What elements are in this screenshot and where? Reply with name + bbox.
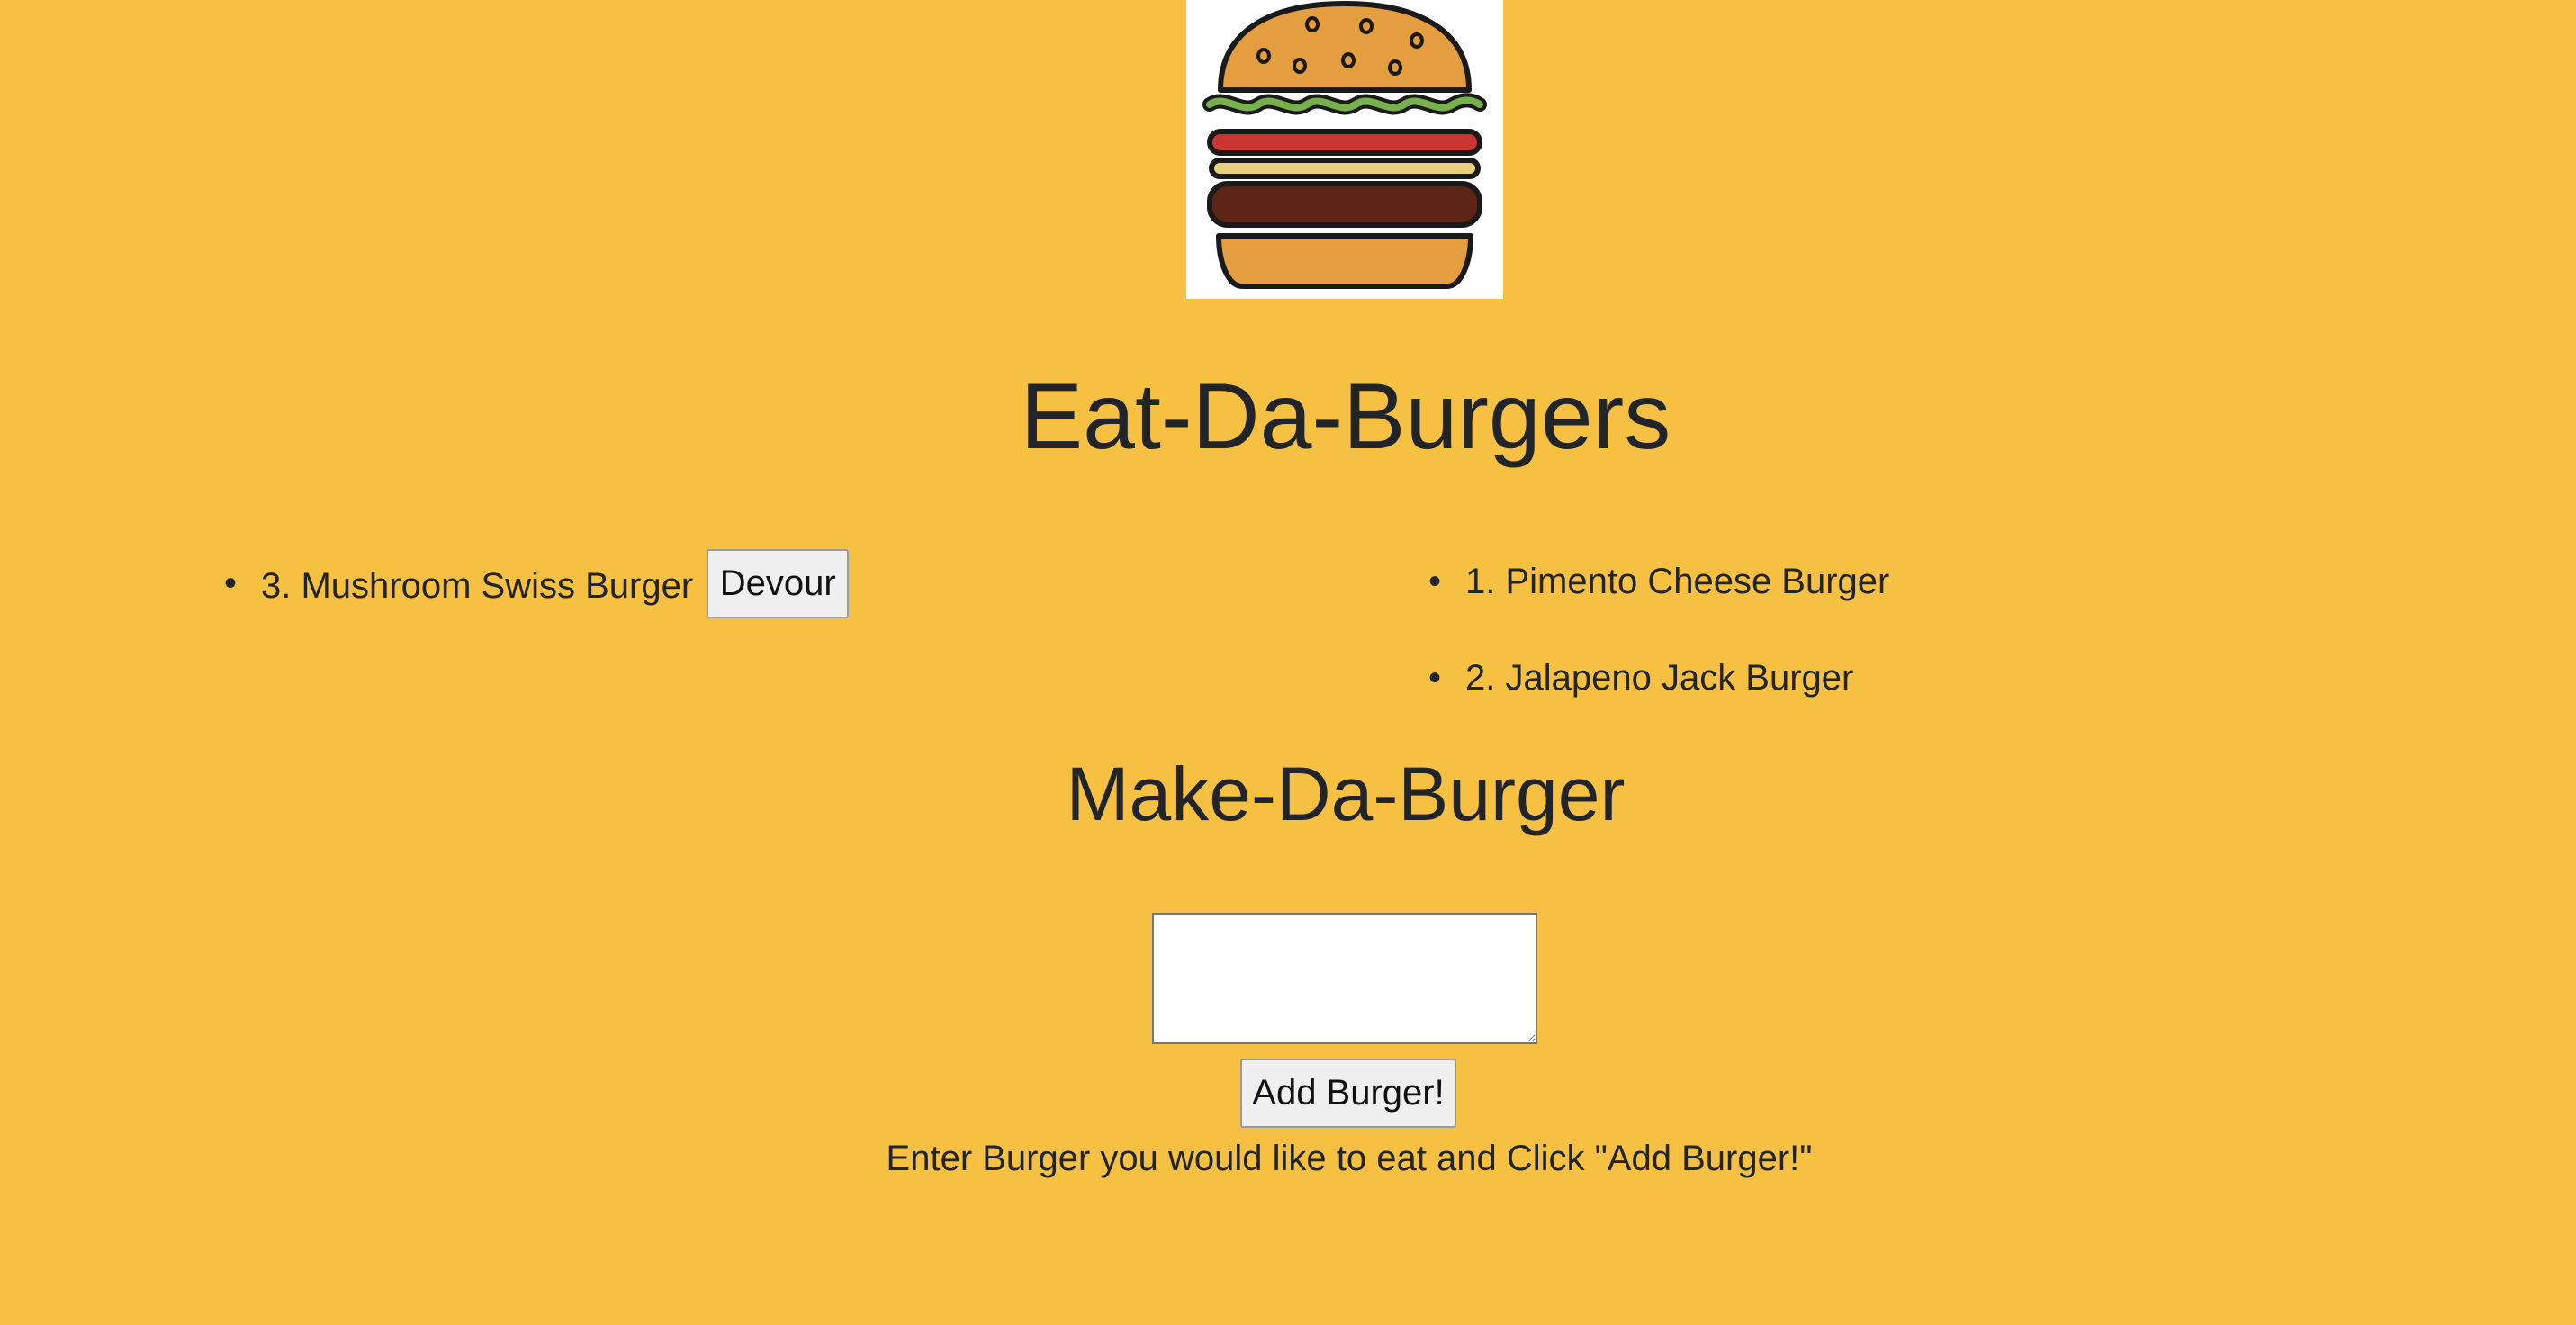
list-item: • 3. Mushroom Swiss Burger Devour	[220, 549, 850, 618]
add-burger-button[interactable]: Add Burger!	[1240, 1059, 1456, 1128]
bullet-icon: •	[1428, 562, 1441, 601]
burger-logo-image	[1186, 0, 1503, 299]
devoured-burger-list: • 1. Pimento Cheese Burger • 2. Jalapeno…	[1424, 556, 1889, 749]
page-title: Eat-Da-Burgers	[1020, 365, 1671, 469]
bullet-icon: •	[223, 563, 237, 603]
list-item: • 1. Pimento Cheese Burger	[1424, 556, 1889, 607]
burger-name: 3. Mushroom Swiss Burger	[261, 566, 694, 607]
burger-icon	[1202, 1, 1487, 289]
devour-button[interactable]: Devour	[707, 549, 850, 618]
form-heading: Make-Da-Burger	[1066, 752, 1626, 836]
burger-name: 1. Pimento Cheese Burger	[1465, 562, 1890, 601]
list-item: • 2. Jalapeno Jack Burger	[1424, 653, 1889, 703]
bullet-icon: •	[1428, 658, 1441, 698]
instructions-text: Enter Burger you would like to eat and C…	[886, 1139, 1813, 1178]
burger-name: 2. Jalapeno Jack Burger	[1465, 658, 1854, 698]
burger-name-input[interactable]	[1152, 913, 1537, 1044]
uneaten-burger-list: • 3. Mushroom Swiss Burger Devour	[220, 549, 850, 618]
